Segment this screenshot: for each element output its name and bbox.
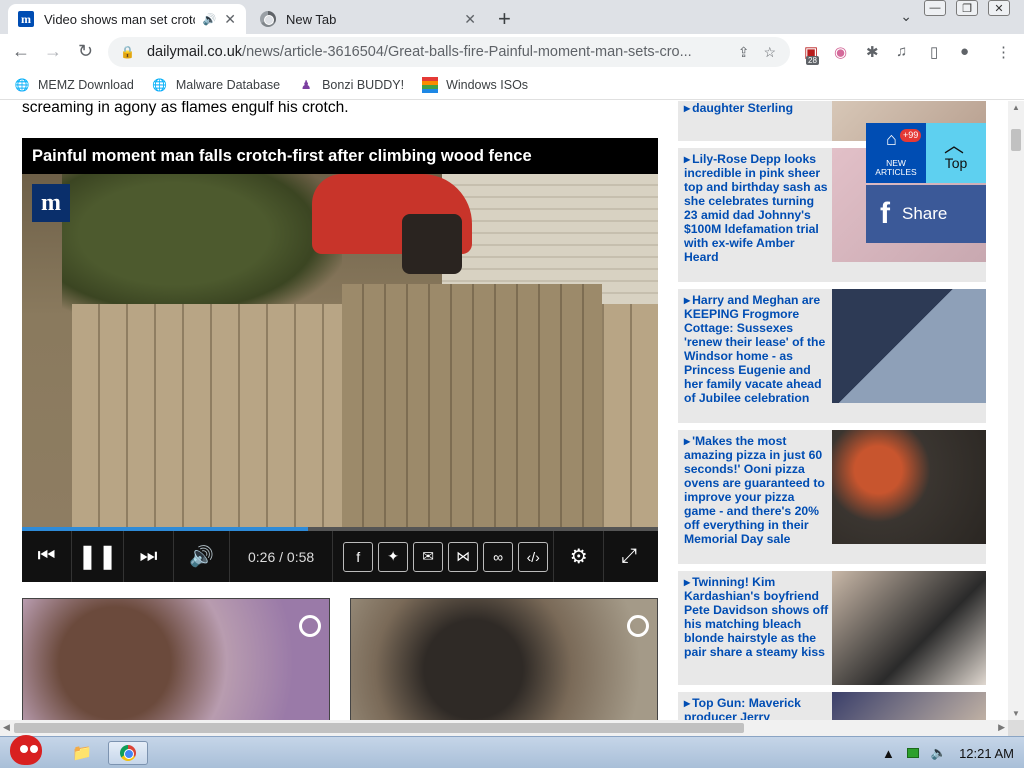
globe-icon: 🌐: [152, 77, 168, 92]
reload-icon[interactable]: ↻: [78, 41, 93, 62]
dailymail-favicon: m: [18, 11, 34, 27]
sidebar-article[interactable]: 'Makes the most amazing pizza in just 60…: [678, 430, 986, 564]
system-tray: ▲ 🔈 12:21 AM: [882, 745, 1014, 761]
sidebar-article[interactable]: Twinning! Kim Kardashian's boyfriend Pet…: [678, 571, 986, 685]
horizontal-scroll-thumb[interactable]: [14, 723, 744, 733]
bookmark-star-icon[interactable]: ☆: [763, 44, 776, 61]
battery-icon[interactable]: [906, 748, 919, 758]
pause-icon[interactable]: ❚❚: [72, 531, 124, 582]
next-icon[interactable]: ⏭: [124, 531, 174, 582]
embed-icon[interactable]: ‹/›: [518, 541, 549, 572]
scroll-right-arrow-icon[interactable]: ▶: [998, 722, 1005, 733]
volume-tray-icon[interactable]: 🔈: [931, 745, 947, 761]
minimize-icon[interactable]: —: [924, 0, 946, 16]
sidebar-article[interactable]: Harry and Meghan are KEEPING Frogmore Co…: [678, 289, 986, 423]
new-articles-badge: +99: [900, 129, 922, 142]
chrome-icon: [120, 745, 136, 761]
tab-dailymail[interactable]: m Video shows man set crotch 🔊 ✕: [8, 4, 246, 34]
side-panel-icon[interactable]: ▯: [930, 43, 938, 61]
menu-kebab-icon[interactable]: ⋮: [996, 43, 1011, 61]
bookmark-windows-isos[interactable]: Windows ISOs: [422, 76, 528, 93]
article-image[interactable]: [832, 571, 986, 685]
bookmark-bonzi-buddy[interactable]: ♟ Bonzi BUDDY!: [298, 77, 404, 93]
windows-flag-icon: [422, 76, 439, 93]
tab-title: New Tab: [286, 11, 337, 27]
chrome-favicon: [260, 11, 276, 27]
profile-avatar-icon[interactable]: ●: [960, 43, 969, 60]
scroll-up-arrow-icon[interactable]: ▲: [1012, 103, 1020, 112]
video-frame[interactable]: m: [22, 174, 658, 530]
extension-badge: 28: [806, 56, 819, 65]
tab-title: Video shows man set crotch: [44, 11, 195, 27]
chevron-up-icon: ︿: [944, 135, 964, 157]
new-articles-button[interactable]: ⌂ +99 NEW ARTICLES: [866, 123, 926, 183]
close-tab-icon[interactable]: ✕: [464, 11, 476, 28]
tab-search-chevron-icon[interactable]: ⌄: [900, 8, 912, 25]
window-controls: — ❐ ✕: [924, 0, 1010, 16]
replay-icon: [299, 615, 321, 637]
article-image[interactable]: [832, 692, 986, 720]
forward-arrow-icon[interactable]: →: [44, 41, 62, 62]
tab-strip: m Video shows man set crotch 🔊 ✕ New Tab…: [0, 0, 1024, 34]
web-page: screaming in agony as flames engulf his …: [0, 101, 1008, 720]
share-page-icon[interactable]: ⇪: [738, 44, 750, 61]
bookmark-memz[interactable]: 🌐 MEMZ Download: [14, 77, 134, 93]
puzzle-icon[interactable]: ✱: [866, 43, 879, 61]
home-icon: ⌂: [886, 129, 897, 149]
video-player[interactable]: Painful moment man falls crotch-first af…: [22, 138, 658, 582]
share-icon[interactable]: ⋈: [448, 541, 479, 572]
article-image[interactable]: [832, 430, 986, 544]
speaker-icon[interactable]: 🔊: [203, 13, 217, 26]
browser-toolbar: ← → ↻ 🔒 dailymail.co.uk/news/article-361…: [0, 34, 1024, 70]
back-to-top-button[interactable]: ︿ Top: [926, 123, 986, 183]
bookmarks-bar: 🌐 MEMZ Download 🌐 Malware Database ♟ Bon…: [0, 70, 1024, 100]
flag-extension-icon[interactable]: ◉: [834, 43, 847, 61]
previous-icon[interactable]: ⏮: [22, 531, 72, 582]
url-text[interactable]: dailymail.co.uk/news/article-3616504/Gre…: [147, 44, 738, 60]
address-bar[interactable]: 🔒 dailymail.co.uk/news/article-3616504/G…: [108, 37, 790, 67]
video-controls: ⏮ ❚❚ ⏭ 🔊 0:26 / 0:58 f ✦ ✉ ⋈ ∞ ‹/› ⚙ ⤢: [22, 531, 658, 582]
bookmark-malware-database[interactable]: 🌐 Malware Database: [152, 77, 280, 93]
article-lead-text: screaming in agony as flames engulf his …: [22, 101, 349, 116]
media-control-icon[interactable]: ♫: [896, 43, 907, 60]
video-time: 0:26 / 0:58: [230, 531, 334, 582]
start-button-bird-icon[interactable]: [6, 731, 46, 769]
close-tab-icon[interactable]: ✕: [224, 11, 236, 28]
scroll-down-arrow-icon[interactable]: ▼: [1012, 709, 1020, 718]
lock-icon[interactable]: 🔒: [120, 45, 135, 59]
replay-icon: [627, 615, 649, 637]
tray-chevron-icon[interactable]: ▲: [882, 746, 895, 761]
clock[interactable]: 12:21 AM: [959, 746, 1014, 761]
dailymail-logo: m: [32, 184, 70, 222]
new-tab-button[interactable]: +: [498, 6, 511, 32]
fullscreen-icon[interactable]: ⤢: [604, 531, 654, 582]
close-window-icon[interactable]: ✕: [988, 0, 1010, 16]
horizontal-scrollbar[interactable]: ◀ ▶: [0, 720, 1008, 736]
back-arrow-icon[interactable]: ←: [12, 41, 30, 62]
share-button[interactable]: f Share: [866, 185, 986, 243]
facebook-icon[interactable]: f: [343, 541, 374, 572]
volume-icon[interactable]: 🔊: [174, 531, 230, 582]
sidebar-article[interactable]: Top Gun: Maverick producer Jerry: [678, 692, 986, 720]
vertical-scroll-thumb[interactable]: [1011, 129, 1021, 151]
related-video-thumbnail[interactable]: [22, 598, 330, 720]
taskbar-chrome-button[interactable]: [108, 741, 148, 765]
email-icon[interactable]: ✉: [413, 541, 444, 572]
twitter-icon[interactable]: ✦: [378, 541, 409, 572]
tab-new-tab[interactable]: New Tab ✕: [250, 4, 486, 34]
facebook-icon: f: [880, 197, 890, 230]
bonzi-icon: ♟: [300, 77, 312, 92]
link-icon[interactable]: ∞: [483, 541, 514, 572]
globe-icon: 🌐: [14, 77, 30, 92]
folder-icon[interactable]: 📁: [70, 741, 94, 765]
vertical-scrollbar[interactable]: ▲ ▼: [1008, 101, 1024, 720]
video-title: Painful moment man falls crotch-first af…: [22, 138, 658, 174]
share-buttons: f ✦ ✉ ⋈ ∞ ‹/›: [333, 531, 555, 582]
settings-gear-icon[interactable]: ⚙: [554, 531, 605, 582]
restore-icon[interactable]: ❐: [956, 0, 978, 16]
related-video-thumbnail[interactable]: [350, 598, 658, 720]
article-image[interactable]: [832, 289, 986, 403]
windows-taskbar: 📁 ▲ 🔈 12:21 AM: [0, 735, 1024, 768]
